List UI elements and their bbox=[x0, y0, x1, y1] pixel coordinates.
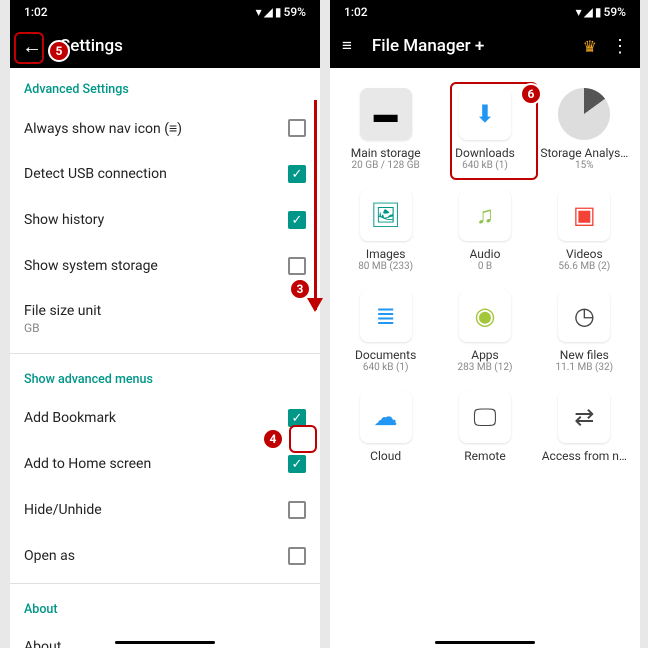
checkbox[interactable] bbox=[288, 501, 306, 519]
checkbox[interactable]: ✓ bbox=[288, 409, 306, 427]
tile-access-network[interactable]: ⇄ Access from n… bbox=[537, 391, 632, 463]
tile-documents[interactable]: ≣ Documents 640 kB (1) bbox=[338, 290, 433, 373]
annot-arrow bbox=[314, 100, 317, 310]
back-icon[interactable]: ← bbox=[22, 34, 42, 59]
annot-badge-4: 4 bbox=[262, 428, 284, 450]
tile-main-storage[interactable]: ▬ Main storage 20 GB / 128 GB bbox=[338, 88, 433, 171]
checkbox[interactable] bbox=[288, 257, 306, 275]
checkbox[interactable] bbox=[288, 547, 306, 565]
tile-audio[interactable]: ♫ Audio 0 B bbox=[437, 189, 532, 272]
battery-icon: ▮ bbox=[275, 5, 282, 19]
network-icon: ⇄ bbox=[558, 391, 610, 443]
tile-videos[interactable]: ▣ Videos 56.6 MB (2) bbox=[537, 189, 632, 272]
annot-badge-6: 6 bbox=[520, 83, 542, 105]
android-icon: ◉ bbox=[459, 290, 511, 342]
status-bar: 1:02 ▾ ◢ ▮ 59% bbox=[330, 0, 640, 24]
checkbox[interactable] bbox=[288, 119, 306, 137]
settings-list: Advanced Settings Always show nav icon (… bbox=[10, 68, 320, 648]
section-about: About bbox=[10, 588, 320, 625]
checkbox[interactable]: ✓ bbox=[288, 455, 306, 473]
tile-storage-analysis[interactable]: Storage Analys… 15% bbox=[537, 88, 632, 171]
battery-icon: ▮ bbox=[595, 5, 602, 19]
status-bar: 1:02 ▾ ◢ ▮ 59% bbox=[10, 0, 320, 24]
battery-pct: 59% bbox=[284, 5, 306, 19]
cloud-icon: ☁ bbox=[360, 391, 412, 443]
signal-icon: ◢ bbox=[264, 5, 273, 19]
clock-icon: ◷ bbox=[558, 290, 610, 342]
image-icon: 🖼 bbox=[360, 189, 412, 241]
row-system-storage[interactable]: Show system storage bbox=[10, 243, 320, 289]
tile-new-files[interactable]: ◷ New files 11.1 MB (32) bbox=[537, 290, 632, 373]
signal-icon: ◢ bbox=[584, 5, 593, 19]
more-icon[interactable]: ⋮ bbox=[611, 36, 628, 57]
phone-filemanager: 1:02 ▾ ◢ ▮ 59% ≡ File Manager + ♛ ⋮ ▬ Ma… bbox=[330, 0, 640, 648]
annot-badge-5: 5 bbox=[48, 40, 70, 62]
phone-settings: 1:02 ▾ ◢ ▮ 59% ← Settings Advanced Setti… bbox=[10, 0, 320, 648]
document-icon: ≣ bbox=[360, 290, 412, 342]
nav-indicator bbox=[115, 641, 215, 644]
divider bbox=[10, 353, 320, 354]
row-open-as[interactable]: Open as bbox=[10, 533, 320, 579]
battery-pct: 59% bbox=[604, 5, 626, 19]
page-title: File Manager + bbox=[372, 36, 583, 56]
status-time: 1:02 bbox=[24, 5, 48, 19]
video-icon: ▣ bbox=[558, 189, 610, 241]
status-icons: ▾ ◢ ▮ 59% bbox=[576, 5, 626, 19]
row-file-size[interactable]: File size unit GB bbox=[10, 289, 320, 349]
tile-apps[interactable]: ◉ Apps 283 MB (12) bbox=[437, 290, 532, 373]
divider bbox=[10, 583, 320, 584]
annot-badge-3: 3 bbox=[289, 278, 311, 300]
tile-remote[interactable]: 🖵 Remote bbox=[437, 391, 532, 463]
tile-cloud[interactable]: ☁ Cloud bbox=[338, 391, 433, 463]
nav-indicator bbox=[435, 641, 535, 644]
wifi-icon: ▾ bbox=[256, 5, 262, 19]
row-hide[interactable]: Hide/Unhide bbox=[10, 487, 320, 533]
drive-icon: ▬ bbox=[360, 88, 412, 140]
status-time: 1:02 bbox=[344, 5, 368, 19]
section-menus: Show advanced menus bbox=[10, 358, 320, 395]
wifi-icon: ▾ bbox=[576, 5, 582, 19]
row-nav-icon[interactable]: Always show nav icon (≡) bbox=[10, 105, 320, 151]
tile-downloads[interactable]: ⬇ Downloads 640 kB (1) bbox=[437, 88, 532, 171]
section-advanced: Advanced Settings bbox=[10, 68, 320, 105]
crown-icon[interactable]: ♛ bbox=[583, 37, 597, 56]
row-usb[interactable]: Detect USB connection ✓ bbox=[10, 151, 320, 197]
tile-grid: ▬ Main storage 20 GB / 128 GB ⬇ Download… bbox=[330, 68, 640, 483]
music-icon: ♫ bbox=[459, 189, 511, 241]
page-title: Settings bbox=[60, 36, 308, 56]
checkbox[interactable]: ✓ bbox=[288, 165, 306, 183]
row-history[interactable]: Show history ✓ bbox=[10, 197, 320, 243]
app-bar: ≡ File Manager + ♛ ⋮ bbox=[330, 24, 640, 68]
tile-images[interactable]: 🖼 Images 80 MB (233) bbox=[338, 189, 433, 272]
checkbox[interactable]: ✓ bbox=[288, 211, 306, 229]
hamburger-icon[interactable]: ≡ bbox=[342, 36, 352, 56]
monitor-icon: 🖵 bbox=[459, 391, 511, 443]
download-icon: ⬇ bbox=[459, 88, 511, 140]
row-about[interactable]: About Version 2.7.6 bbox=[10, 625, 320, 648]
pie-icon bbox=[558, 88, 610, 140]
status-icons: ▾ ◢ ▮ 59% bbox=[256, 5, 306, 19]
